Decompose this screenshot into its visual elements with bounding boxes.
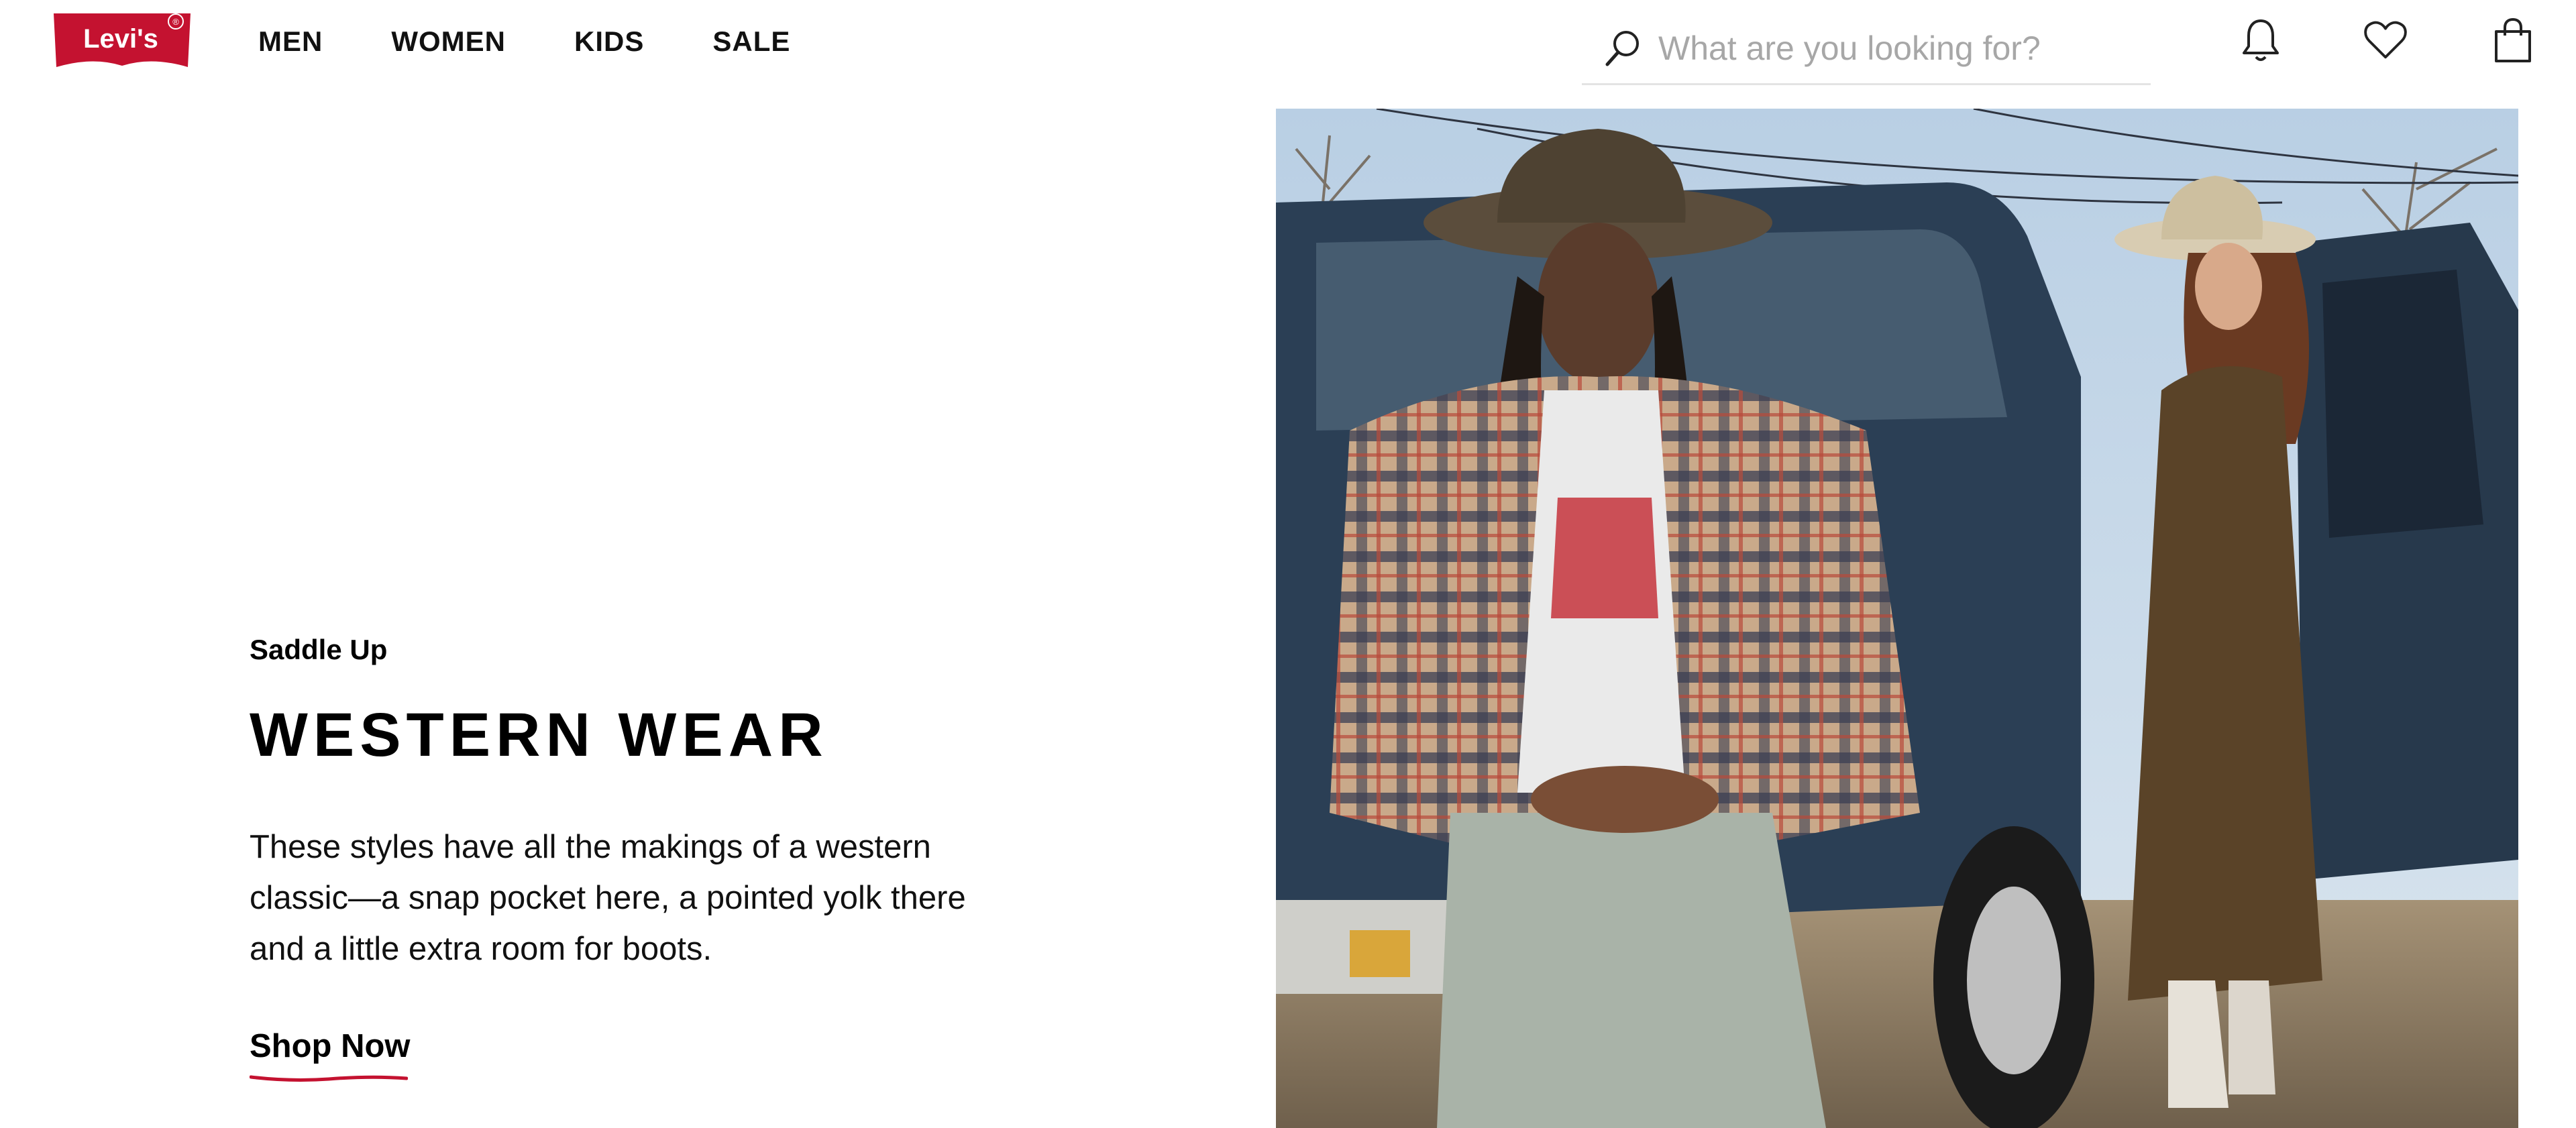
cta-underline: [250, 1075, 408, 1082]
hero-body-text: These styles have all the makings of a w…: [250, 829, 966, 967]
nav-item-sale[interactable]: SALE: [712, 25, 790, 58]
search-input[interactable]: [1657, 28, 2129, 68]
site-header: Levi's ® MEN WOMEN KIDS SALE: [0, 0, 2576, 94]
search-bar: [1582, 13, 2151, 85]
nav-item-kids[interactable]: KIDS: [574, 25, 644, 58]
levis-logo[interactable]: Levi's ®: [51, 9, 193, 71]
heart-icon[interactable]: [2364, 16, 2407, 64]
hero-headline: WESTERN WEAR: [250, 701, 828, 769]
logo-text: Levi's: [83, 24, 158, 54]
nav-item-men[interactable]: MEN: [258, 25, 323, 58]
shopping-bag-icon[interactable]: [2491, 16, 2534, 64]
search-icon[interactable]: [1602, 27, 1644, 69]
nav-item-women[interactable]: WOMEN: [391, 25, 506, 58]
registered-mark: ®: [172, 17, 179, 27]
hero-image: [1276, 109, 2518, 1128]
bell-icon[interactable]: [2239, 16, 2282, 64]
main-nav: MEN WOMEN KIDS SALE: [258, 21, 790, 62]
shop-now-link[interactable]: Shop Now: [250, 1027, 411, 1065]
hero-eyebrow: Saddle Up: [250, 634, 388, 665]
